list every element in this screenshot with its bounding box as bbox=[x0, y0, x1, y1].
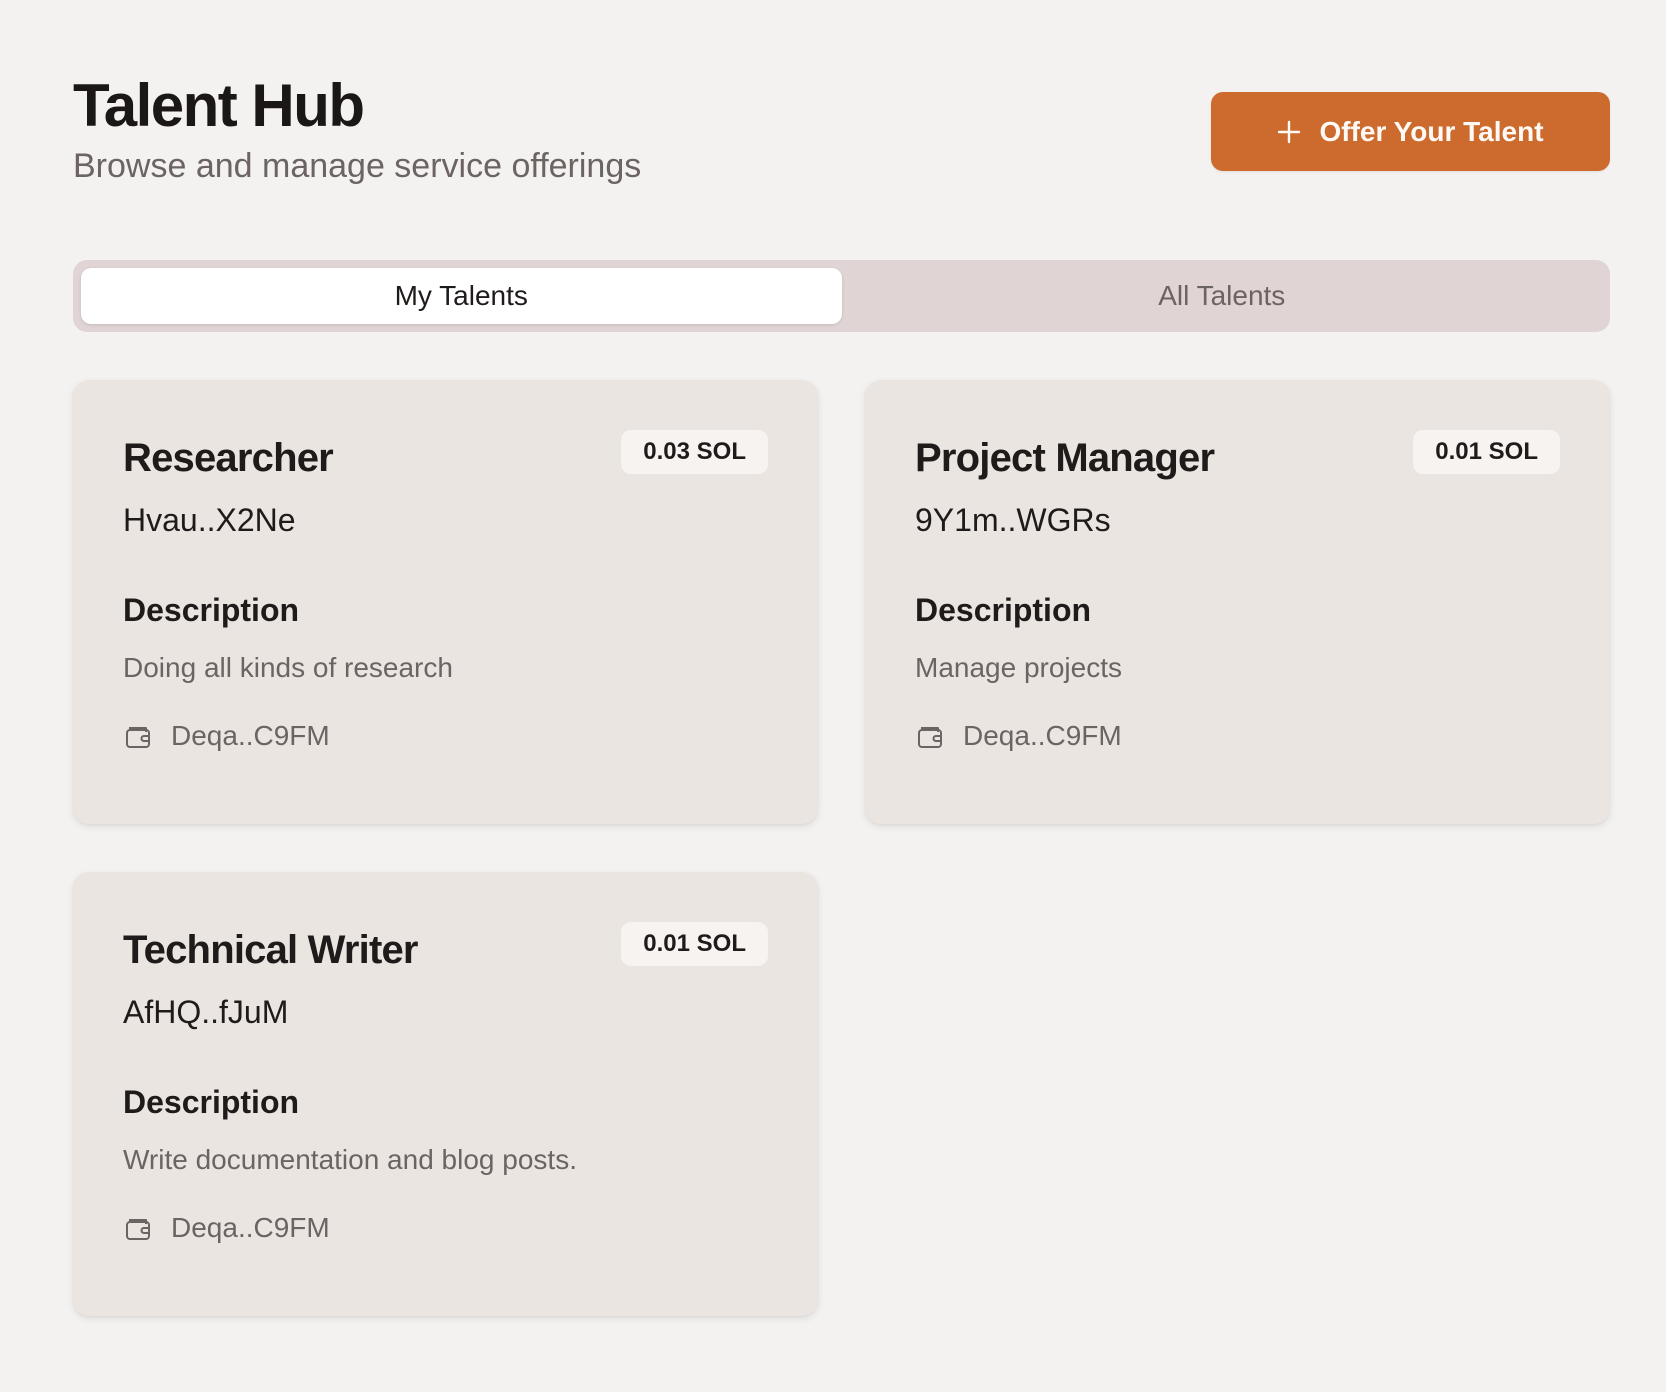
tab-my-talents[interactable]: My Talents bbox=[81, 268, 842, 324]
card-header: Researcher 0.03 SOL bbox=[123, 430, 768, 486]
talent-card[interactable]: Project Manager 0.01 SOL 9Y1m..WGRs Desc… bbox=[865, 380, 1610, 824]
plus-icon bbox=[1277, 120, 1301, 144]
talent-title: Technical Writer bbox=[123, 928, 419, 972]
talent-hub-page: Talent Hub Browse and manage service off… bbox=[0, 0, 1666, 1392]
card-header: Technical Writer 0.01 SOL bbox=[123, 922, 768, 978]
talent-address: Hvau..X2Ne bbox=[123, 502, 296, 538]
offer-your-talent-button[interactable]: Offer Your Talent bbox=[1211, 92, 1610, 171]
price-badge: 0.01 SOL bbox=[1413, 430, 1560, 474]
talent-card[interactable]: Researcher 0.03 SOL Hvau..X2Ne Descripti… bbox=[73, 380, 818, 824]
wallet-icon bbox=[123, 1212, 155, 1244]
price-badge: 0.01 SOL bbox=[621, 922, 768, 966]
wallet-icon bbox=[123, 720, 155, 752]
description-label: Description bbox=[123, 1084, 300, 1120]
page-header: Talent Hub Browse and manage service off… bbox=[73, 72, 1610, 192]
price-badge: 0.03 SOL bbox=[621, 430, 768, 474]
description-text: Write documentation and blog posts. bbox=[123, 1144, 577, 1175]
owner-address: Deqa..C9FM bbox=[171, 720, 330, 751]
owner-address: Deqa..C9FM bbox=[171, 1212, 330, 1243]
description-label: Description bbox=[123, 592, 300, 628]
wallet-icon bbox=[915, 720, 947, 752]
tab-all-talents[interactable]: All Talents bbox=[842, 268, 1603, 324]
description-label: Description bbox=[915, 592, 1092, 628]
owner-address: Deqa..C9FM bbox=[963, 720, 1122, 751]
owner-row: Deqa..C9FM bbox=[915, 720, 1560, 752]
talent-address: 9Y1m..WGRs bbox=[915, 502, 1111, 538]
owner-row: Deqa..C9FM bbox=[123, 1212, 768, 1244]
talent-address: AfHQ..fJuM bbox=[123, 994, 289, 1030]
offer-your-talent-label: Offer Your Talent bbox=[1319, 115, 1544, 147]
owner-row: Deqa..C9FM bbox=[123, 720, 768, 752]
talent-card[interactable]: Technical Writer 0.01 SOL AfHQ..fJuM Des… bbox=[73, 872, 818, 1316]
talent-title: Researcher bbox=[123, 436, 334, 480]
talent-title: Project Manager bbox=[915, 436, 1215, 480]
talent-tabs: My Talents All Talents bbox=[73, 260, 1610, 332]
card-header: Project Manager 0.01 SOL bbox=[915, 430, 1560, 486]
description-text: Doing all kinds of research bbox=[123, 652, 453, 683]
description-text: Manage projects bbox=[915, 652, 1123, 683]
